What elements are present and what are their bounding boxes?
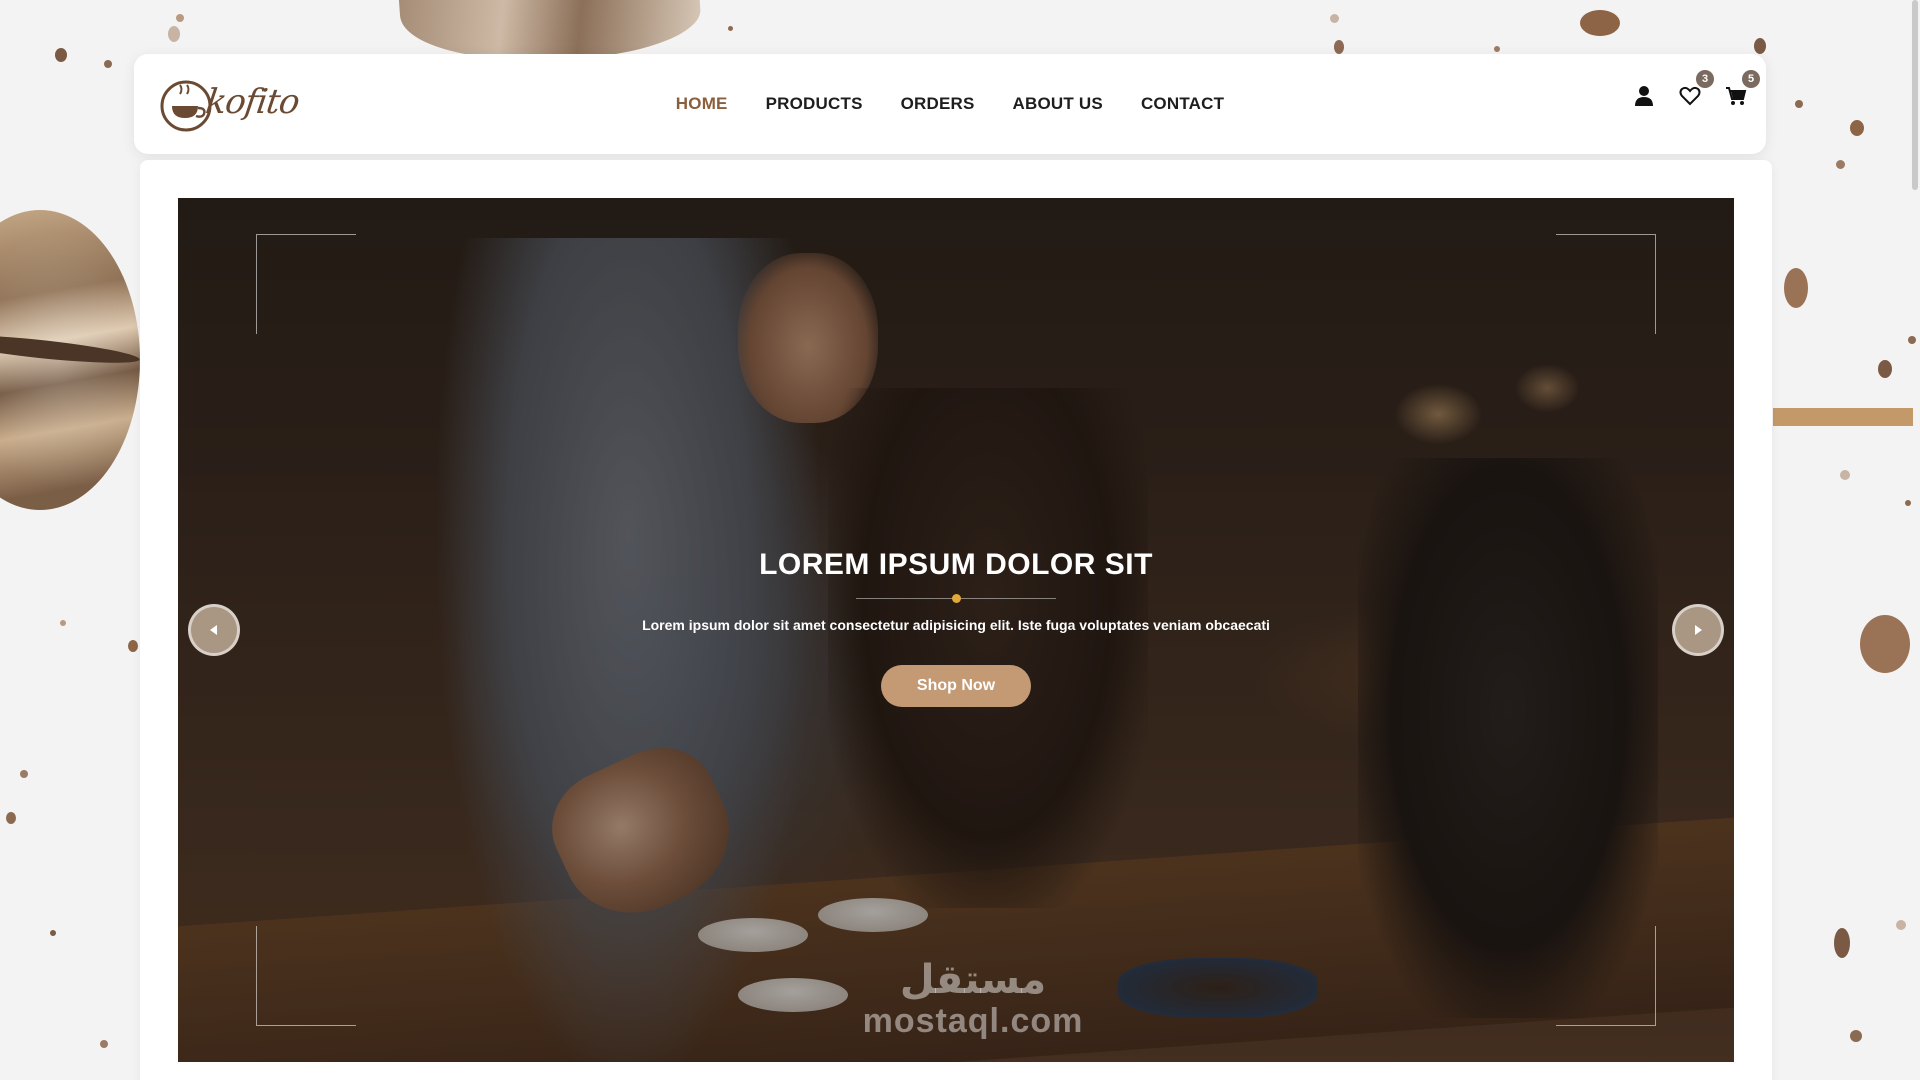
terrazzo-speck bbox=[1850, 1030, 1862, 1042]
main-navigation: HOME PRODUCTS ORDERS ABOUT US CONTACT bbox=[134, 54, 1766, 154]
hero-title: LOREM IPSUM DOLOR SIT bbox=[759, 548, 1153, 581]
logo-wordmark: kofito bbox=[203, 82, 302, 122]
site-logo[interactable]: kofito bbox=[156, 72, 301, 136]
nav-item-products[interactable]: PRODUCTS bbox=[766, 94, 863, 114]
wishlist-button[interactable]: 3 bbox=[1678, 70, 1714, 108]
hero-caption: LOREM IPSUM DOLOR SIT Lorem ipsum dolor … bbox=[178, 548, 1734, 707]
frame-corner bbox=[256, 234, 356, 334]
terrazzo-speck bbox=[50, 930, 56, 936]
nav-item-home[interactable]: HOME bbox=[676, 94, 728, 114]
cart-count-badge: 5 bbox=[1742, 70, 1760, 88]
terrazzo-speck bbox=[1784, 268, 1808, 308]
terrazzo-speck bbox=[1836, 160, 1845, 169]
terrazzo-speck bbox=[1860, 615, 1910, 673]
chevron-left-icon bbox=[210, 625, 217, 635]
watermark-latin: mostaql.com bbox=[862, 1002, 1084, 1040]
hero-subtitle: Lorem ipsum dolor sit amet consectetur a… bbox=[642, 617, 1270, 633]
terrazzo-speck bbox=[1754, 38, 1766, 54]
watermark: مستقل mostaql.com bbox=[843, 958, 1103, 1041]
terrazzo-speck bbox=[1334, 40, 1344, 54]
terrazzo-speck bbox=[60, 620, 66, 626]
terrazzo-speck bbox=[1878, 360, 1892, 378]
terrazzo-speck bbox=[104, 60, 112, 68]
terrazzo-speck bbox=[1834, 928, 1850, 958]
terrazzo-speck bbox=[1908, 336, 1916, 344]
terrazzo-speck bbox=[1896, 920, 1906, 930]
nav-item-orders[interactable]: ORDERS bbox=[901, 94, 975, 114]
divider-dot bbox=[952, 594, 961, 603]
slider-next-button[interactable] bbox=[1672, 604, 1724, 656]
terrazzo-speck bbox=[1330, 14, 1339, 23]
nav-item-about-us[interactable]: ABOUT US bbox=[1013, 94, 1103, 114]
watermark-arabic: مستقل bbox=[899, 957, 1047, 1003]
terrazzo-speck bbox=[6, 812, 16, 824]
hero-slider: LOREM IPSUM DOLOR SIT Lorem ipsum dolor … bbox=[178, 198, 1734, 1062]
coffee-bean-decoration bbox=[0, 210, 140, 510]
scrollbar[interactable] bbox=[1912, 0, 1918, 190]
frame-corner bbox=[1556, 926, 1656, 1026]
terrazzo-speck bbox=[1850, 120, 1864, 136]
header-actions: 3 5 bbox=[1632, 70, 1760, 108]
decorative-stripe bbox=[1773, 408, 1913, 426]
terrazzo-speck bbox=[55, 48, 67, 62]
terrazzo-speck bbox=[1580, 10, 1620, 36]
terrazzo-speck bbox=[168, 26, 180, 42]
heart-icon bbox=[1679, 86, 1701, 106]
cart-icon bbox=[1726, 87, 1747, 105]
terrazzo-speck bbox=[1494, 46, 1500, 52]
cart-button[interactable]: 5 bbox=[1724, 70, 1760, 108]
site-header: kofito HOME PRODUCTS ORDERS ABOUT US CON… bbox=[134, 54, 1766, 154]
terrazzo-speck bbox=[100, 1040, 108, 1048]
frame-corner bbox=[1556, 234, 1656, 334]
frame-corner bbox=[256, 926, 356, 1026]
shop-now-button[interactable]: Shop Now bbox=[880, 665, 1032, 707]
nav-item-contact[interactable]: CONTACT bbox=[1141, 94, 1224, 114]
chevron-right-icon bbox=[1695, 625, 1702, 635]
terrazzo-speck bbox=[1840, 470, 1850, 480]
terrazzo-speck bbox=[1905, 500, 1911, 506]
terrazzo-speck bbox=[728, 26, 733, 31]
terrazzo-speck bbox=[176, 14, 184, 22]
slider-prev-button[interactable] bbox=[188, 604, 240, 656]
user-icon[interactable] bbox=[1632, 84, 1656, 108]
terrazzo-speck bbox=[128, 640, 138, 652]
terrazzo-speck bbox=[1795, 100, 1803, 108]
hero-divider bbox=[856, 594, 1056, 603]
terrazzo-speck bbox=[20, 770, 28, 778]
wishlist-count-badge: 3 bbox=[1696, 70, 1714, 88]
